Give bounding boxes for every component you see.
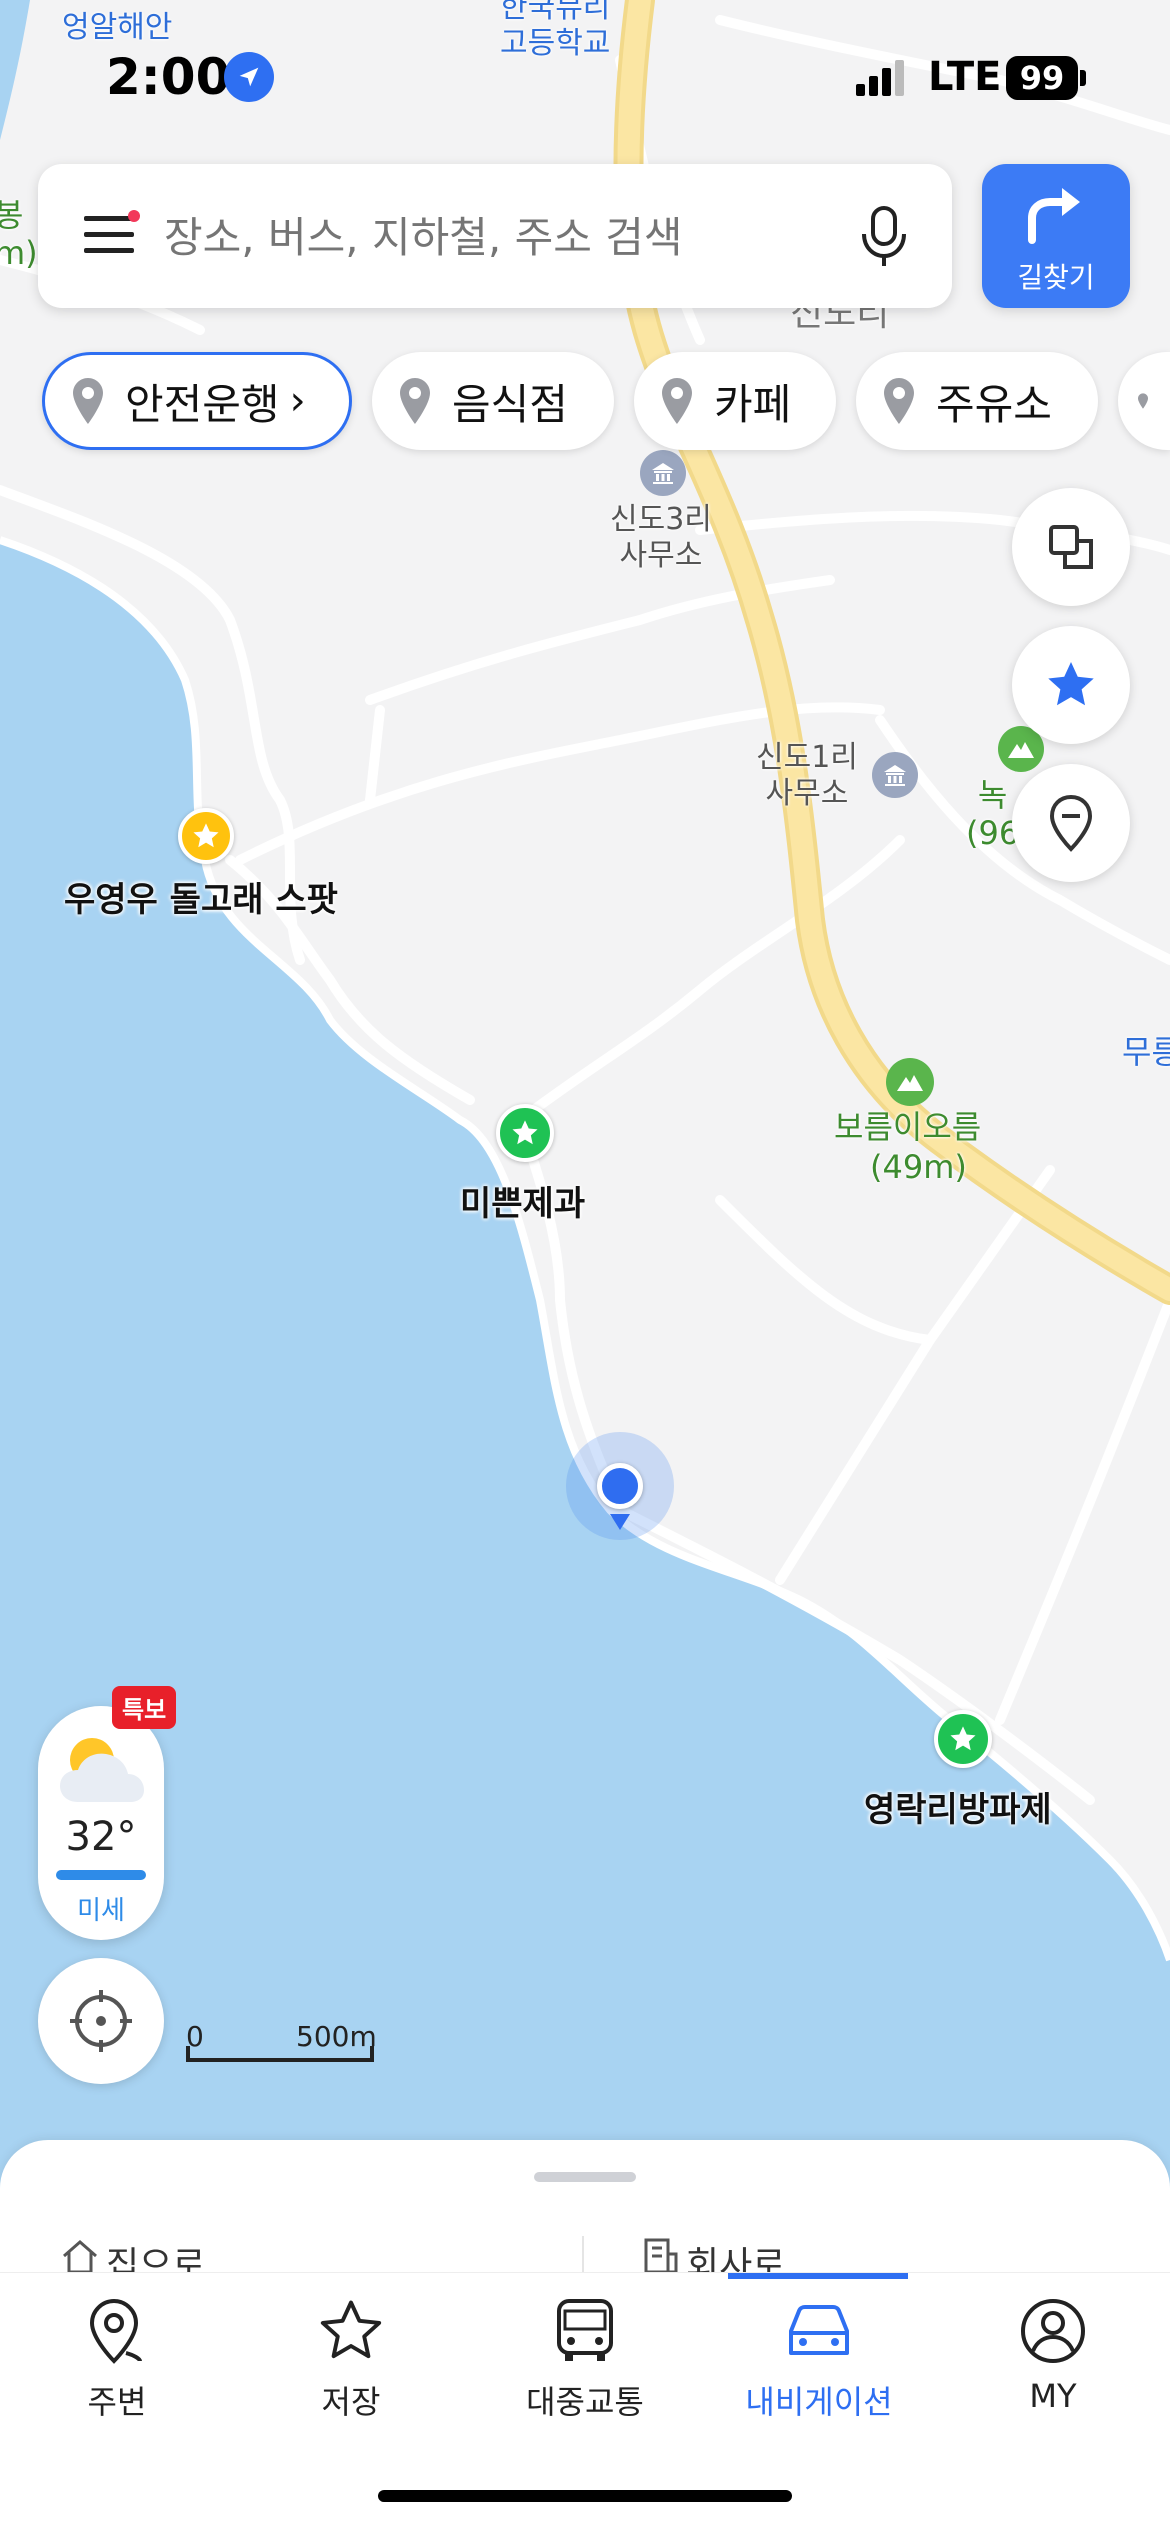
nav-navigation[interactable]: 내비게이션 bbox=[702, 2295, 936, 2435]
pin-icon bbox=[73, 378, 103, 424]
nav-my[interactable]: MY bbox=[936, 2295, 1170, 2435]
shortcut-home[interactable]: 집으로 bbox=[60, 2236, 205, 2272]
nav-nearby-label: 주변 bbox=[87, 2383, 147, 2421]
dust-label: 미세 bbox=[77, 1896, 125, 1926]
search-bar[interactable] bbox=[38, 164, 952, 308]
nav-transit[interactable]: 대중교통 bbox=[468, 2295, 702, 2435]
building-icon bbox=[644, 2238, 678, 2272]
crosshair-icon bbox=[70, 1990, 132, 2052]
chip-label: 주유소 bbox=[936, 379, 1052, 429]
nav-my-label: MY bbox=[1029, 2377, 1077, 2415]
car-icon bbox=[789, 2305, 849, 2355]
map-label-peak-partial: 녹 (96 bbox=[966, 776, 1020, 852]
place-label-oreum[interactable]: 보름이오름 bbox=[834, 1108, 981, 1146]
turn-right-arrow-icon bbox=[1028, 188, 1080, 244]
chip-safe-driving[interactable]: 안전운행 › bbox=[42, 352, 352, 450]
menu-icon[interactable] bbox=[84, 210, 140, 260]
sheet-drag-handle[interactable] bbox=[534, 2172, 636, 2182]
dust-level-bar bbox=[56, 1870, 146, 1880]
weather-temperature: 32° bbox=[65, 1814, 137, 1860]
battery-level: 99 bbox=[1006, 56, 1078, 100]
battery-icon: 99 bbox=[1006, 56, 1086, 100]
place-label-bakery[interactable]: 미쁜제과 bbox=[460, 1176, 585, 1225]
nav-nearby[interactable]: 주변 bbox=[0, 2295, 234, 2435]
place-label-whale[interactable]: 우영우 돌고래 스팟 bbox=[64, 872, 338, 921]
pin-icon bbox=[400, 378, 430, 424]
home-icon bbox=[63, 2240, 97, 2272]
location-arrow-icon bbox=[224, 52, 274, 102]
chip-label: 카페 bbox=[714, 379, 792, 429]
pin-icon bbox=[1138, 393, 1148, 409]
nav-active-indicator bbox=[728, 2273, 908, 2279]
chip-label: 음식점 bbox=[452, 379, 568, 429]
directions-button[interactable]: 길찾기 bbox=[982, 164, 1130, 308]
chevron-right-icon: › bbox=[289, 378, 306, 424]
star-icon bbox=[1048, 662, 1094, 706]
place-label-oreum-height: (49m) bbox=[870, 1148, 967, 1186]
current-location-marker bbox=[566, 1432, 674, 1540]
nav-navigation-label: 내비게이션 bbox=[745, 2383, 893, 2421]
map-label-school: 한국뮤리 고등학교 bbox=[500, 0, 611, 61]
home-indicator bbox=[378, 2490, 792, 2502]
weather-alert-badge: 특보 bbox=[112, 1686, 177, 1729]
map-label-office3: 신도3리 사무소 bbox=[610, 502, 712, 573]
place-marker-green-star[interactable] bbox=[934, 1710, 992, 1768]
map-label-coast: 엉알해안 bbox=[62, 10, 173, 45]
signal-icon bbox=[856, 60, 916, 96]
nav-saved[interactable]: 저장 bbox=[234, 2295, 468, 2435]
partly-cloudy-icon bbox=[60, 1738, 144, 1802]
place-label-pajeon[interactable]: 영락리방파제 bbox=[864, 1782, 1052, 1831]
office-icon[interactable] bbox=[640, 450, 686, 496]
shortcut-home-label: 집으로 bbox=[106, 2245, 206, 2272]
weather-widget[interactable]: 32° 미세 bbox=[38, 1706, 164, 1940]
location-pin-minus-icon bbox=[1049, 794, 1093, 852]
pin-drop-button[interactable] bbox=[1012, 764, 1130, 882]
directions-label: 길찾기 bbox=[1017, 261, 1095, 294]
map-label-edge-right: 무릉 bbox=[1122, 1033, 1170, 1071]
scale-bar: 0 500m bbox=[186, 2020, 377, 2068]
layers-button[interactable] bbox=[1012, 488, 1130, 606]
shortcut-work-label: 회사로 bbox=[686, 2245, 786, 2272]
current-location-button[interactable] bbox=[38, 1958, 164, 2084]
pin-icon bbox=[884, 378, 914, 424]
star-icon bbox=[320, 2300, 382, 2359]
place-marker-yellow-star[interactable] bbox=[178, 808, 234, 864]
favorites-button[interactable] bbox=[1012, 626, 1130, 744]
nav-transit-label: 대중교통 bbox=[526, 2383, 644, 2421]
shortcut-work[interactable]: 회사로 bbox=[640, 2236, 785, 2272]
office-icon[interactable] bbox=[872, 752, 918, 798]
chip-label: 안전운행 bbox=[125, 379, 280, 429]
chip-gas-station[interactable]: 주유소 bbox=[856, 352, 1098, 450]
bus-icon bbox=[557, 2299, 613, 2361]
place-marker-green-star[interactable] bbox=[496, 1104, 554, 1162]
chip-restaurant[interactable]: 음식점 bbox=[372, 352, 614, 450]
chip-cafe[interactable]: 카페 bbox=[634, 352, 836, 450]
pin-icon bbox=[662, 378, 692, 424]
nearby-pin-icon bbox=[89, 2298, 142, 2364]
nav-saved-label: 저장 bbox=[321, 2383, 381, 2421]
profile-icon bbox=[1021, 2299, 1085, 2363]
layers-icon bbox=[1049, 525, 1093, 569]
scale-end: 500m bbox=[296, 2020, 377, 2053]
status-time: 2:00 bbox=[106, 48, 231, 106]
map-label-office1: 신도1리 사무소 bbox=[756, 740, 858, 811]
network-label: LTE bbox=[928, 54, 1002, 100]
mountain-icon[interactable] bbox=[886, 1058, 934, 1106]
search-input[interactable] bbox=[162, 204, 856, 270]
microphone-icon[interactable] bbox=[854, 204, 914, 270]
map-label-edge-left: 봉 m) bbox=[0, 196, 38, 272]
